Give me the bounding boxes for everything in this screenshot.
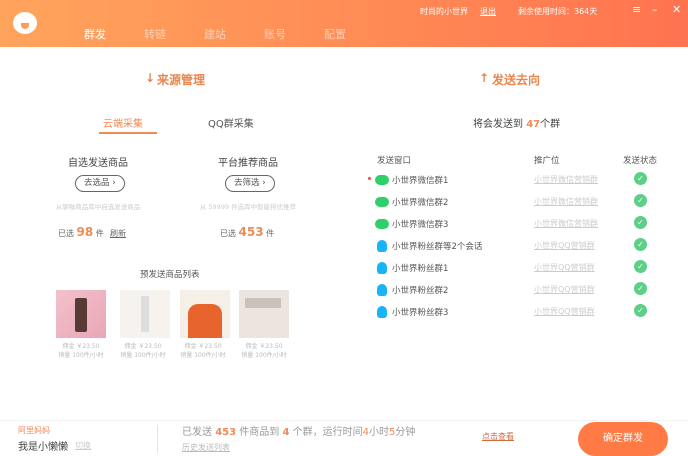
send-status-summary: 已发送 453 件商品到 4 个群，运行时间4小时5分钟 (182, 427, 416, 438)
product-price: 佣金 ￥23.50 (245, 343, 283, 350)
menu-icon[interactable]: ≡ (632, 3, 641, 16)
product-image[interactable] (180, 290, 230, 338)
check-status-icon: ✓ (634, 172, 647, 185)
product-sales: 销量 100件/小时 (58, 352, 104, 359)
check-status-icon: ✓ (634, 194, 647, 207)
check-status-icon: ✓ (634, 282, 647, 295)
tab-cloud-collect[interactable]: 云端采集 (103, 115, 143, 130)
platform-selected-count: 已选 453 件 (220, 225, 275, 239)
send-summary: 将会发送到 47个群 (473, 119, 561, 130)
product-price: 佣金 ￥23.50 (62, 343, 100, 350)
check-status-icon: ✓ (634, 238, 647, 251)
self-selected-count: 已选 98 件 (58, 225, 104, 239)
minimize-icon[interactable]: – (652, 3, 658, 16)
promotion-slot-link[interactable]: 小世界微信营销群 (534, 174, 598, 185)
history-list-link[interactable]: 历史发送列表 (182, 442, 230, 453)
product-price: 佣金 ￥23.50 (124, 343, 162, 350)
qq-icon (377, 306, 387, 318)
send-window-name: 小世界粉丝群3 (392, 308, 449, 318)
remaining-time: 剩余使用时间：364天 (518, 7, 598, 16)
promotion-slot-link[interactable]: 小世界QQ营销群 (534, 262, 595, 273)
source-title: 来源管理 (157, 73, 206, 87)
switch-user-link[interactable]: 切换 (75, 440, 91, 451)
send-window-name: 小世界粉丝群2 (392, 286, 449, 296)
confirm-send-button[interactable]: 确定群发 (578, 422, 668, 456)
send-window-name: 小世界微信群2 (392, 198, 449, 208)
product-price: 佣金 ￥23.50 (184, 343, 222, 350)
check-status-icon: ✓ (634, 216, 647, 229)
product-sales: 销量 100件/小时 (180, 352, 226, 359)
wechat-icon (375, 197, 389, 207)
platform-desc: 从 59999 件选库中智能排优推荐 (199, 203, 297, 211)
select-products-button[interactable]: 去选品 › (75, 175, 125, 192)
nav-tab-build-site[interactable]: 建站 (204, 26, 226, 42)
platform-recommend-title: 平台推荐商品 (218, 158, 278, 169)
filter-products-button[interactable]: 去筛选 › (225, 175, 275, 192)
qq-icon (377, 284, 387, 296)
product-sales: 销量 100件/小时 (120, 352, 166, 359)
nav-tab-account[interactable]: 账号 (264, 26, 286, 42)
active-tab-underline (99, 132, 157, 134)
upload-arrow-icon: ↑ (479, 71, 490, 85)
dest-title: 发送去向 (492, 73, 541, 87)
promotion-slot-link[interactable]: 小世界QQ营销群 (534, 240, 595, 251)
product-image[interactable] (56, 290, 106, 338)
check-status-icon: ✓ (634, 304, 647, 317)
product-sales: 销量 100件/小时 (241, 352, 287, 359)
check-status-icon: ✓ (634, 260, 647, 273)
wechat-icon (375, 175, 389, 185)
logout-link[interactable]: 退出 (480, 6, 496, 17)
current-user: 我是小懒懒 (18, 442, 68, 453)
qq-icon (377, 240, 387, 252)
send-window-name: 小世界微信群3 (392, 220, 449, 230)
wechat-icon (375, 219, 389, 229)
refresh-link[interactable]: 刷新 (110, 228, 126, 239)
nav-tab-convert-link[interactable]: 转链 (144, 26, 166, 42)
view-link[interactable]: 点击查看 (482, 431, 514, 442)
promotion-slot-link[interactable]: 小世界微信营销群 (534, 196, 598, 207)
bear-logo-icon (13, 12, 37, 34)
brand-label: 阿里妈妈 (18, 426, 50, 435)
header-bar: 群发 转链 建站 账号 配置 时尚的小世界 退出 剩余使用时间：364天 ≡ –… (0, 0, 688, 47)
nav-tab-config[interactable]: 配置 (324, 26, 346, 42)
nav-tab-mass-send[interactable]: 群发 (84, 26, 106, 42)
send-window-name: 小世界粉丝群1 (392, 264, 449, 274)
active-row-dot (368, 177, 371, 180)
self-select-title: 自选发送商品 (68, 158, 128, 169)
qq-icon (377, 262, 387, 274)
username: 时尚的小世界 (420, 7, 468, 16)
tab-qq-collect[interactable]: QQ群采集 (208, 115, 254, 130)
send-window-name: 小世界粉丝群等2个会话 (392, 242, 483, 252)
footer-divider (0, 420, 688, 421)
product-image[interactable] (239, 290, 289, 338)
download-arrow-icon: ↓ (145, 71, 156, 85)
product-image[interactable] (120, 290, 170, 338)
col-header-window: 发送窗口 (377, 156, 412, 166)
close-icon[interactable]: ✕ (672, 3, 681, 16)
self-select-desc: 从聊咖商品库中自选发送商品 (55, 203, 141, 211)
promotion-slot-link[interactable]: 小世界QQ营销群 (534, 306, 595, 317)
product-list-title: 预发送商品列表 (140, 270, 200, 280)
col-header-slot: 推广位 (534, 156, 560, 166)
col-header-status: 发送状态 (623, 156, 658, 166)
vertical-divider (157, 425, 158, 453)
send-window-name: 小世界微信群1 (392, 176, 449, 186)
promotion-slot-link[interactable]: 小世界QQ营销群 (534, 284, 595, 295)
promotion-slot-link[interactable]: 小世界微信营销群 (534, 218, 598, 229)
